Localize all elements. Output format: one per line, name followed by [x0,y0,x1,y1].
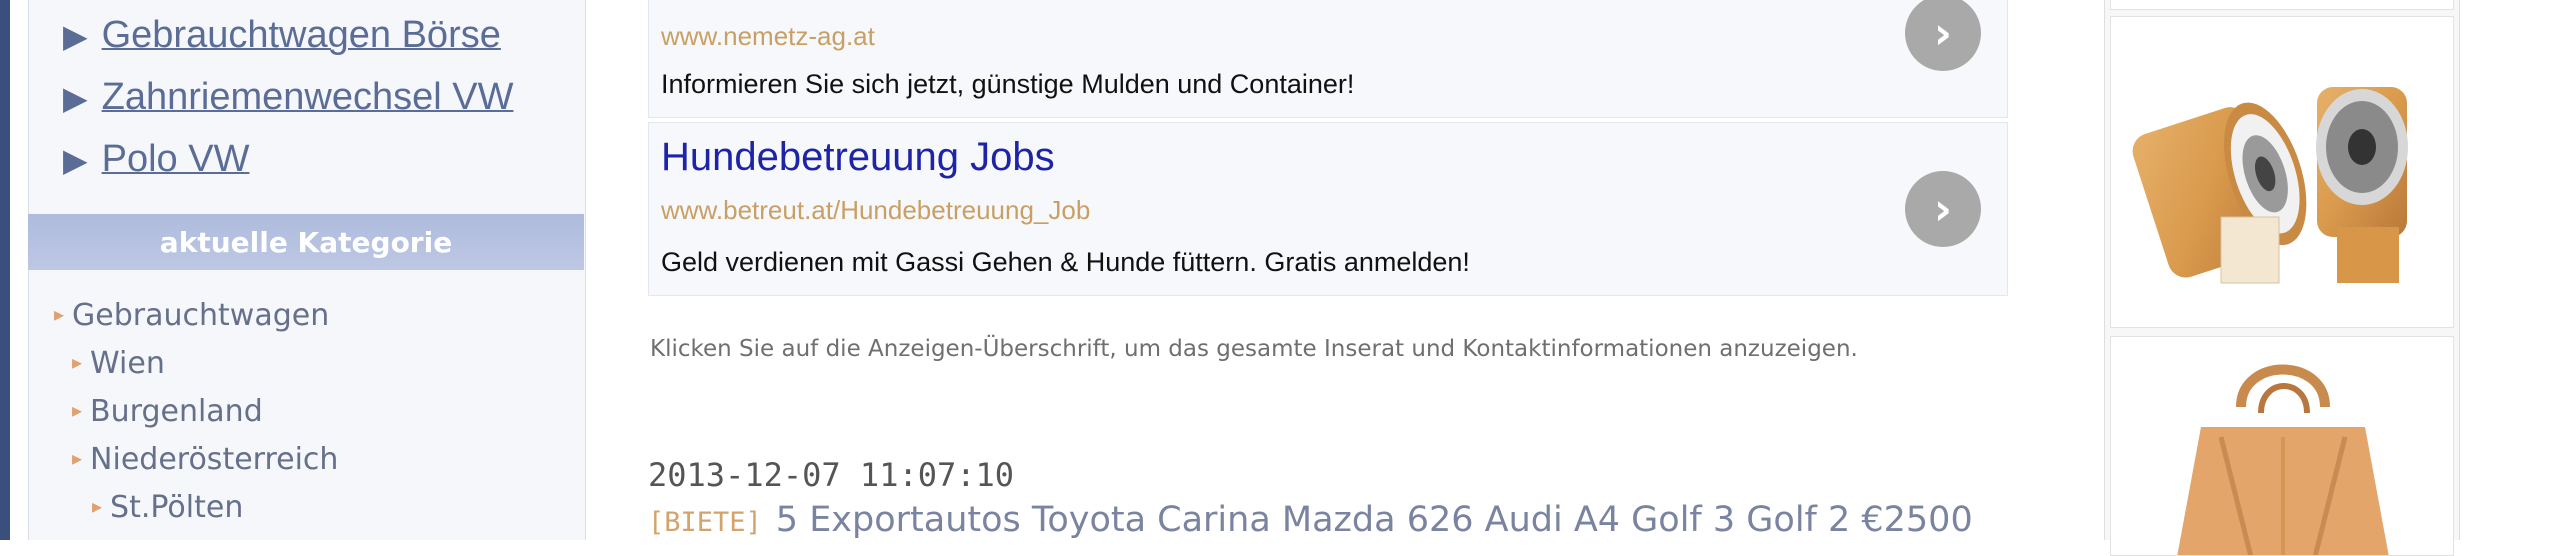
product-card[interactable] [2110,0,2454,10]
category-label: Burgenland [90,394,263,429]
category-item-burgenland[interactable]: ▸ Burgenland [72,394,263,429]
chevron-right-icon[interactable]: › [1905,171,1981,247]
chevron-right-icon[interactable]: › [1905,0,1981,71]
product-card[interactable] [2110,16,2454,328]
related-link-label: Gebrauchtwagen Börse [101,14,501,56]
listing-tag: [BIETE] [648,507,762,538]
listing-date: 2013-12-07 11:07:10 [648,456,1015,494]
product-card[interactable] [2110,336,2454,556]
ad-item[interactable]: www.nemetz-ag.at Informieren Sie sich je… [648,0,2008,118]
ad-url[interactable]: www.nemetz-ag.at [661,21,875,52]
small-triangle-bullet-icon: ▸ [92,494,103,518]
small-triangle-bullet-icon: ▸ [54,302,65,326]
category-item-gebrauchtwagen[interactable]: ▸ Gebrauchtwagen [54,298,329,333]
category-label: St.Pölten [110,490,244,525]
small-triangle-bullet-icon: ▸ [72,398,83,422]
category-item-niederoesterreich[interactable]: ▸ Niederösterreich [72,442,338,477]
ad-block: www.nemetz-ag.at Informieren Sie sich je… [648,0,2008,296]
ad-description: Informieren Sie sich jetzt, günstige Mul… [661,69,1355,99]
listing-row[interactable]: [BIETE] 5 Exportautos Toyota Carina Mazda… [648,500,1973,540]
category-item-wien[interactable]: ▸ Wien [72,346,165,381]
triangle-right-icon: ▶ [63,80,88,116]
ad-title[interactable]: Hundebetreuung Jobs [661,135,1055,180]
leather-bag-image [2177,364,2389,555]
page-left-border [0,0,10,540]
category-header: aktuelle Kategorie [28,214,584,270]
category-label: Wien [90,346,165,381]
related-link-label: Zahnriemenwechsel VW [101,76,514,118]
small-triangle-bullet-icon: ▸ [72,350,83,374]
category-label: Gebrauchtwagen [72,298,330,333]
ad-url[interactable]: www.betreut.at/Hundebetreuung_Job [661,195,1090,226]
related-link-label: Polo VW [101,138,250,180]
ad-hint-text: Klicken Sie auf die Anzeigen-Überschrift… [650,336,1858,362]
category-label: Niederösterreich [90,442,339,477]
ad-description: Geld verdienen mit Gassi Gehen & Hunde f… [661,247,1470,277]
listing-title[interactable]: 5 Exportautos Toyota Carina Mazda 626 Au… [776,500,1973,540]
related-link-polo-vw[interactable]: ▶ Polo VW [63,138,249,181]
category-item-st-poelten[interactable]: ▸ St.Pölten [92,490,243,525]
small-triangle-bullet-icon: ▸ [72,446,83,470]
wooden-speakers-image [2132,87,2408,284]
related-link-gebrauchtwagen-boerse[interactable]: ▶ Gebrauchtwagen Börse [63,14,501,57]
triangle-right-icon: ▶ [63,18,88,54]
ad-item[interactable]: Hundebetreuung Jobs www.betreut.at/Hunde… [648,122,2008,296]
related-link-zahnriemenwechsel-vw[interactable]: ▶ Zahnriemenwechsel VW [63,76,513,119]
triangle-right-icon: ▶ [63,142,88,178]
